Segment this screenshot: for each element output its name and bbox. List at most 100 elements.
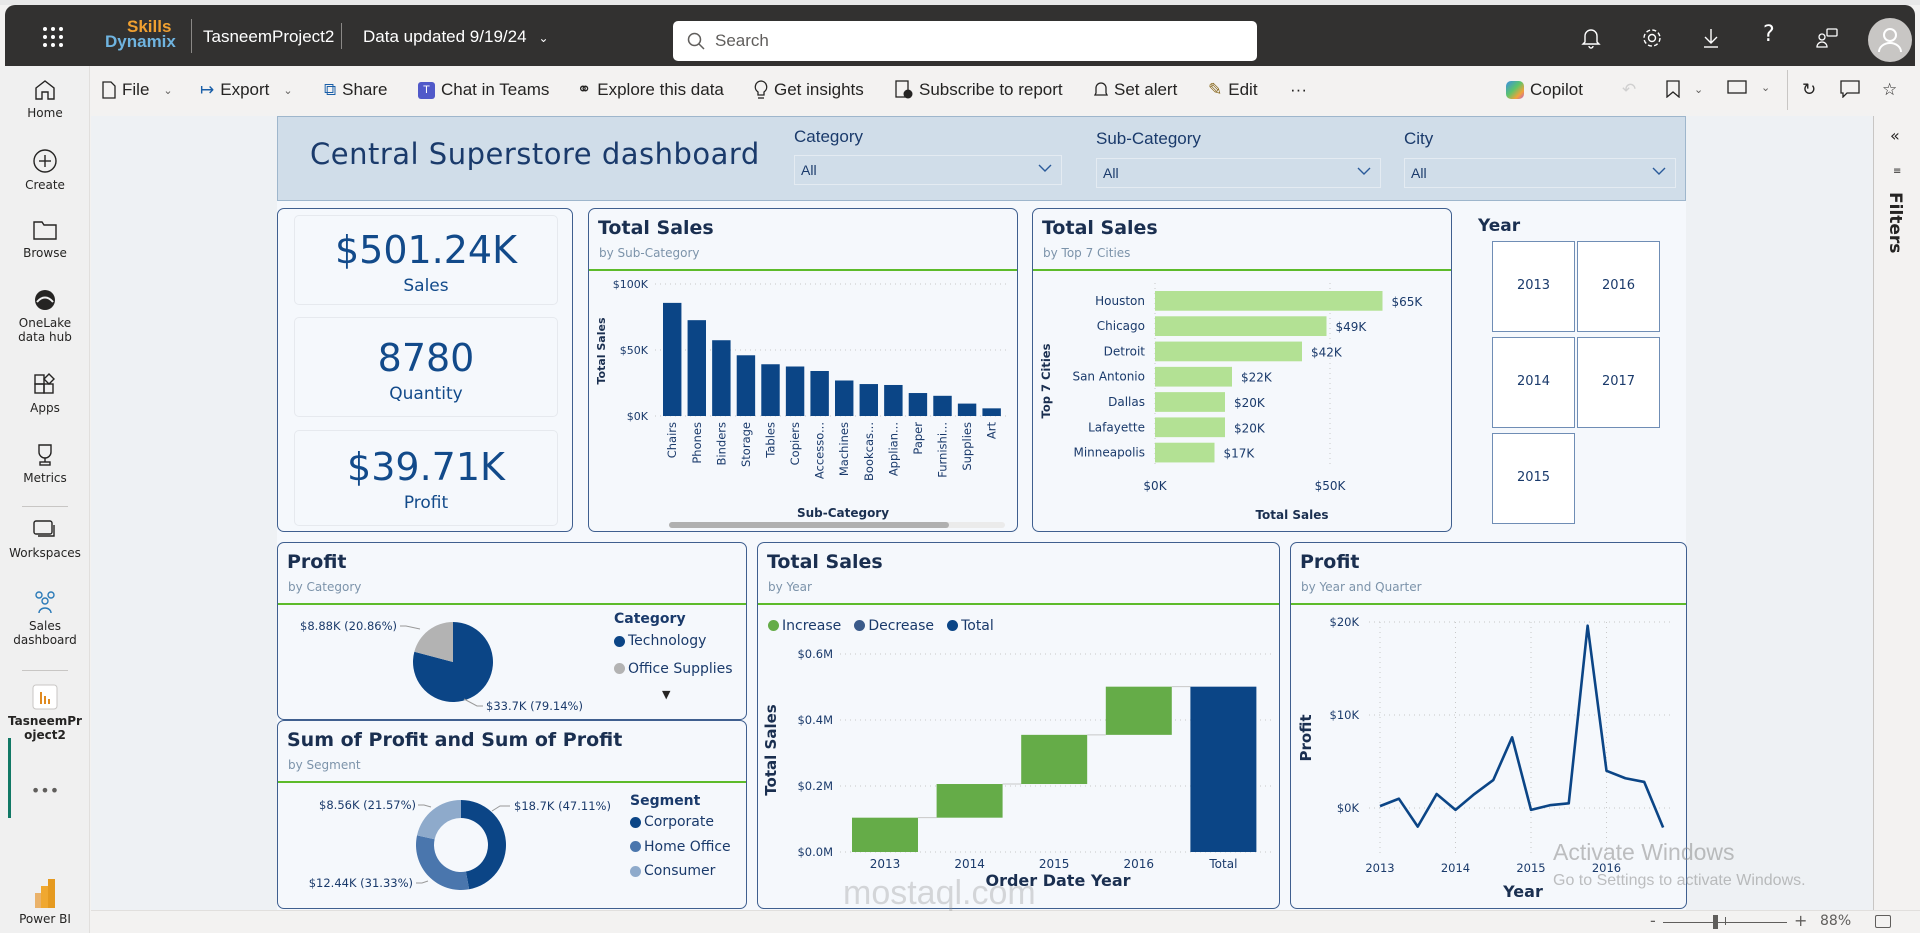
favorite-star-icon[interactable]: ☆ — [1882, 80, 1897, 100]
account-avatar[interactable] — [1868, 18, 1912, 62]
chart-sales-by-subcategory[interactable]: Total Sales by Sub-Category $0K $50K $100K… — [588, 208, 1018, 532]
nav-home[interactable]: Home — [0, 78, 90, 120]
settings-icon[interactable] — [1641, 27, 1663, 49]
kpi-quantity[interactable]: 8780 Quantity — [294, 317, 558, 417]
bar — [933, 395, 952, 416]
nav-label: Workspaces — [9, 546, 81, 560]
year-tile[interactable]: 2017 — [1577, 337, 1660, 428]
edit-button[interactable]: ✎ Edit — [1208, 80, 1258, 100]
kpi-profit[interactable]: $39.71K Profit — [294, 430, 558, 526]
pencil-icon: ✎ — [1208, 80, 1223, 99]
kpi-sales[interactable]: $501.24K Sales — [294, 215, 558, 305]
legend-item[interactable]: Corporate — [630, 814, 714, 830]
chart-profit-by-category[interactable]: Profit by Category $33.7K (79.14%) $8.88K… — [277, 542, 747, 720]
power-bi-home[interactable]: Power BI — [0, 878, 90, 926]
file-label: File — [122, 80, 150, 99]
fit-to-page-icon[interactable] — [1875, 915, 1891, 928]
nav-sales-dashboard[interactable]: Sales dashboard — [0, 589, 90, 647]
bar — [663, 302, 682, 416]
brand-logo[interactable]: Skills Dynamix — [105, 18, 176, 50]
legend-item[interactable]: Technology — [614, 633, 706, 649]
app-launcher-icon[interactable] — [43, 27, 63, 47]
year-tile[interactable]: 2016 — [1577, 241, 1660, 332]
chart-title: Sum of Profit and Sum of Profit — [287, 729, 623, 751]
share-button[interactable]: ⧉ Share — [324, 80, 388, 100]
y-tick-label: $50K — [620, 344, 649, 357]
legend-item[interactable]: Decrease — [854, 618, 934, 634]
legend-item[interactable]: Increase — [768, 618, 841, 634]
nav-onelake[interactable]: OneLake data hub — [0, 288, 90, 344]
nav-more-button[interactable]: ••• — [0, 783, 90, 799]
legend-scroll-down-icon[interactable]: ▼ — [662, 688, 741, 701]
share-label: Share — [342, 80, 388, 99]
collapse-pane-icon[interactable]: « — [1890, 126, 1900, 145]
workspace-name[interactable]: TasneemProject2 — [203, 27, 334, 47]
chart-profit-by-segment[interactable]: Sum of Profit and Sum of Profit by Segme… — [277, 720, 747, 909]
zoom-level[interactable]: 88% — [1820, 913, 1851, 929]
file-menu[interactable]: File ⌄ — [102, 80, 173, 100]
bookmark-menu[interactable]: ⌄ — [1666, 80, 1703, 98]
legend-item[interactable]: Home Office — [630, 839, 731, 855]
chart-sales-by-year[interactable]: Total Sales by Year Increase Decrease To… — [757, 542, 1280, 909]
nav-create[interactable]: Create — [0, 148, 90, 192]
city-slicer[interactable]: All — [1404, 158, 1676, 188]
nav-tasneemproject2[interactable]: TasneemProject2 — [0, 684, 90, 742]
teams-icon: T — [418, 81, 435, 99]
data-updated-dropdown[interactable]: Data updated 9/19/24 ⌄ — [363, 27, 549, 47]
legend-item[interactable]: Consumer — [630, 863, 715, 879]
category-slicer[interactable]: All — [794, 155, 1062, 185]
download-icon[interactable] — [1701, 27, 1721, 49]
legend-item[interactable]: Total — [947, 618, 994, 634]
chart-title: Total Sales — [598, 217, 714, 239]
year-tile[interactable]: 2013 — [1492, 241, 1575, 332]
zoom-out-button[interactable]: - — [1650, 911, 1656, 930]
nav-apps[interactable]: Apps — [0, 373, 90, 415]
export-menu[interactable]: ↦ Export ⌄ — [200, 80, 293, 100]
comment-icon[interactable] — [1840, 80, 1860, 98]
zoom-slider-thumb[interactable] — [1713, 915, 1719, 929]
filters-pane[interactable]: « ≡ Filters — [1873, 116, 1920, 910]
data-label: $12.44K (31.33%) — [309, 876, 413, 890]
export-icon: ↦ — [200, 80, 215, 99]
data-label: $33.7K (79.14%) — [486, 699, 583, 713]
copilot-label: Copilot — [1530, 80, 1583, 99]
get-insights-button[interactable]: Get insights — [754, 80, 864, 100]
waterfall-bar-increase — [852, 817, 918, 852]
waterfall-bar-total — [1190, 686, 1257, 852]
notifications-icon[interactable] — [1581, 27, 1601, 49]
zoom-slider-track[interactable] — [1663, 915, 1787, 929]
refresh-icon[interactable]: ↻ — [1802, 80, 1816, 100]
search-input[interactable]: Search — [673, 21, 1257, 61]
copilot-button[interactable]: Copilot — [1506, 80, 1583, 100]
nav-browse[interactable]: Browse — [0, 218, 90, 260]
x-tick-label: Copiers — [788, 422, 802, 465]
x-tick-label: Machines — [837, 422, 851, 476]
view-menu[interactable]: ⌄ — [1727, 80, 1770, 94]
nav-metrics[interactable]: Metrics — [0, 443, 90, 485]
legend-item[interactable]: Office Supplies — [614, 661, 733, 677]
explore-data-button[interactable]: ⚭ Explore this data — [577, 80, 724, 100]
zoom-in-button[interactable]: + — [1794, 911, 1807, 930]
feedback-icon[interactable] — [1815, 27, 1839, 49]
legend-label: Office Supplies — [628, 660, 733, 677]
set-alert-button[interactable]: Set alert — [1094, 80, 1177, 100]
undo-icon[interactable]: ↶ — [1622, 80, 1636, 100]
filters-label[interactable]: Filters — [1885, 192, 1905, 253]
subscribe-button[interactable]: Subscribe to report — [895, 80, 1063, 100]
x-tick-label: 2015 — [1039, 857, 1070, 871]
nav-workspaces[interactable]: Workspaces — [0, 518, 90, 560]
year-tile[interactable]: 2015 — [1492, 433, 1575, 524]
help-icon[interactable]: ? — [1763, 22, 1775, 47]
scrollbar-thumb[interactable] — [669, 522, 949, 528]
chart-sales-by-city[interactable]: Total Sales by Top 7 Cities $0K $50K Houst… — [1032, 208, 1452, 532]
y-axis-title: Profit — [1297, 715, 1315, 762]
chart-subtitle: by Top 7 Cities — [1043, 246, 1131, 260]
binoculars-icon: ⚭ — [577, 80, 592, 99]
chat-in-teams-button[interactable]: T Chat in Teams — [418, 80, 549, 100]
year-tile[interactable]: 2014 — [1492, 337, 1575, 428]
share-icon: ⧉ — [324, 80, 337, 99]
insights-label: Get insights — [774, 80, 864, 99]
x-axis-title: Sub-Category — [797, 506, 889, 520]
subcategory-slicer[interactable]: All — [1096, 158, 1381, 188]
more-options-button[interactable]: ··· — [1290, 80, 1307, 100]
